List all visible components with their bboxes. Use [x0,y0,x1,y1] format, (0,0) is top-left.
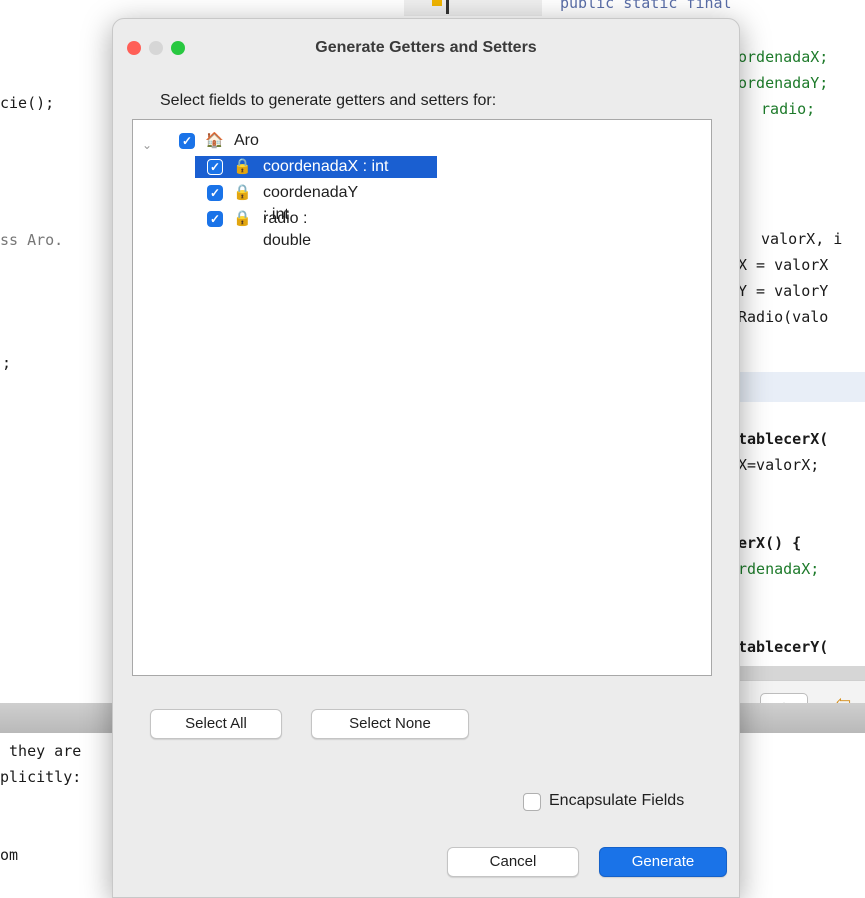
encapsulate-checkbox[interactable] [523,793,541,811]
generate-getters-setters-dialog: Generate Getters and Setters Select fiel… [112,18,740,898]
gutter-line [446,0,449,14]
field-label: coordenadaX : int [263,158,389,175]
code-line: Radio(valo [738,308,829,326]
instruction-label: Select fields to generate getters and se… [160,92,497,109]
select-all-button[interactable]: Select All [150,709,282,739]
field-checkbox[interactable]: ✓ [207,159,223,175]
encapsulate-label: Encapsulate Fields [549,792,685,809]
private-field-icon: 🔒 [233,210,252,227]
class-icon: 🏠 [205,132,224,149]
private-field-icon: 🔒 [233,158,252,175]
code-line: radio; [752,100,816,118]
root-checkbox[interactable]: ✓ [179,133,195,149]
editor-current-line [736,372,865,402]
select-none-button[interactable]: Select None [311,709,469,739]
console-line: om [0,846,19,864]
fields-tree[interactable]: ⌄ ✓ 🏠 Aro ✓ 🔒 coordenadaX : int ✓ 🔒 coor… [132,119,712,676]
code-line: rdenadaX; [738,560,820,578]
gutter-marker [432,0,442,6]
code-line: ; [2,354,12,372]
private-field-icon: 🔒 [233,184,252,201]
code-line: ss Aro. [0,231,64,249]
console-line: plicitly: [0,768,82,786]
code-line: X = valorX [738,256,829,274]
code-line: erX() { [738,534,802,552]
editor-gutter [404,0,542,16]
code-line: cie(); [0,94,55,112]
tree-root-label: Aro [234,132,259,149]
tree-item-coordenadax[interactable]: ✓ 🔒 coordenadaX : int [195,156,437,178]
console-line: they are [0,742,82,760]
code-line: X=valorX; [738,456,820,474]
code-line: tablecerX( [738,430,829,448]
generate-button[interactable]: Generate [599,847,727,877]
code-line: tablecerY( [738,638,829,656]
code-line: valorX, i [752,230,843,248]
chevron-down-icon[interactable]: ⌄ [142,138,152,152]
field-checkbox[interactable]: ✓ [207,185,223,201]
scrollbar-horizontal[interactable] [736,666,865,680]
field-label: radio : double [263,210,312,249]
field-checkbox[interactable]: ✓ [207,211,223,227]
dialog-title: Generate Getters and Setters [315,39,537,56]
code-line: ordenadaX; [738,48,829,66]
code-line: ordenadaY; [738,74,829,92]
code-line: Y = valorY [738,282,829,300]
cancel-button[interactable]: Cancel [447,847,579,877]
